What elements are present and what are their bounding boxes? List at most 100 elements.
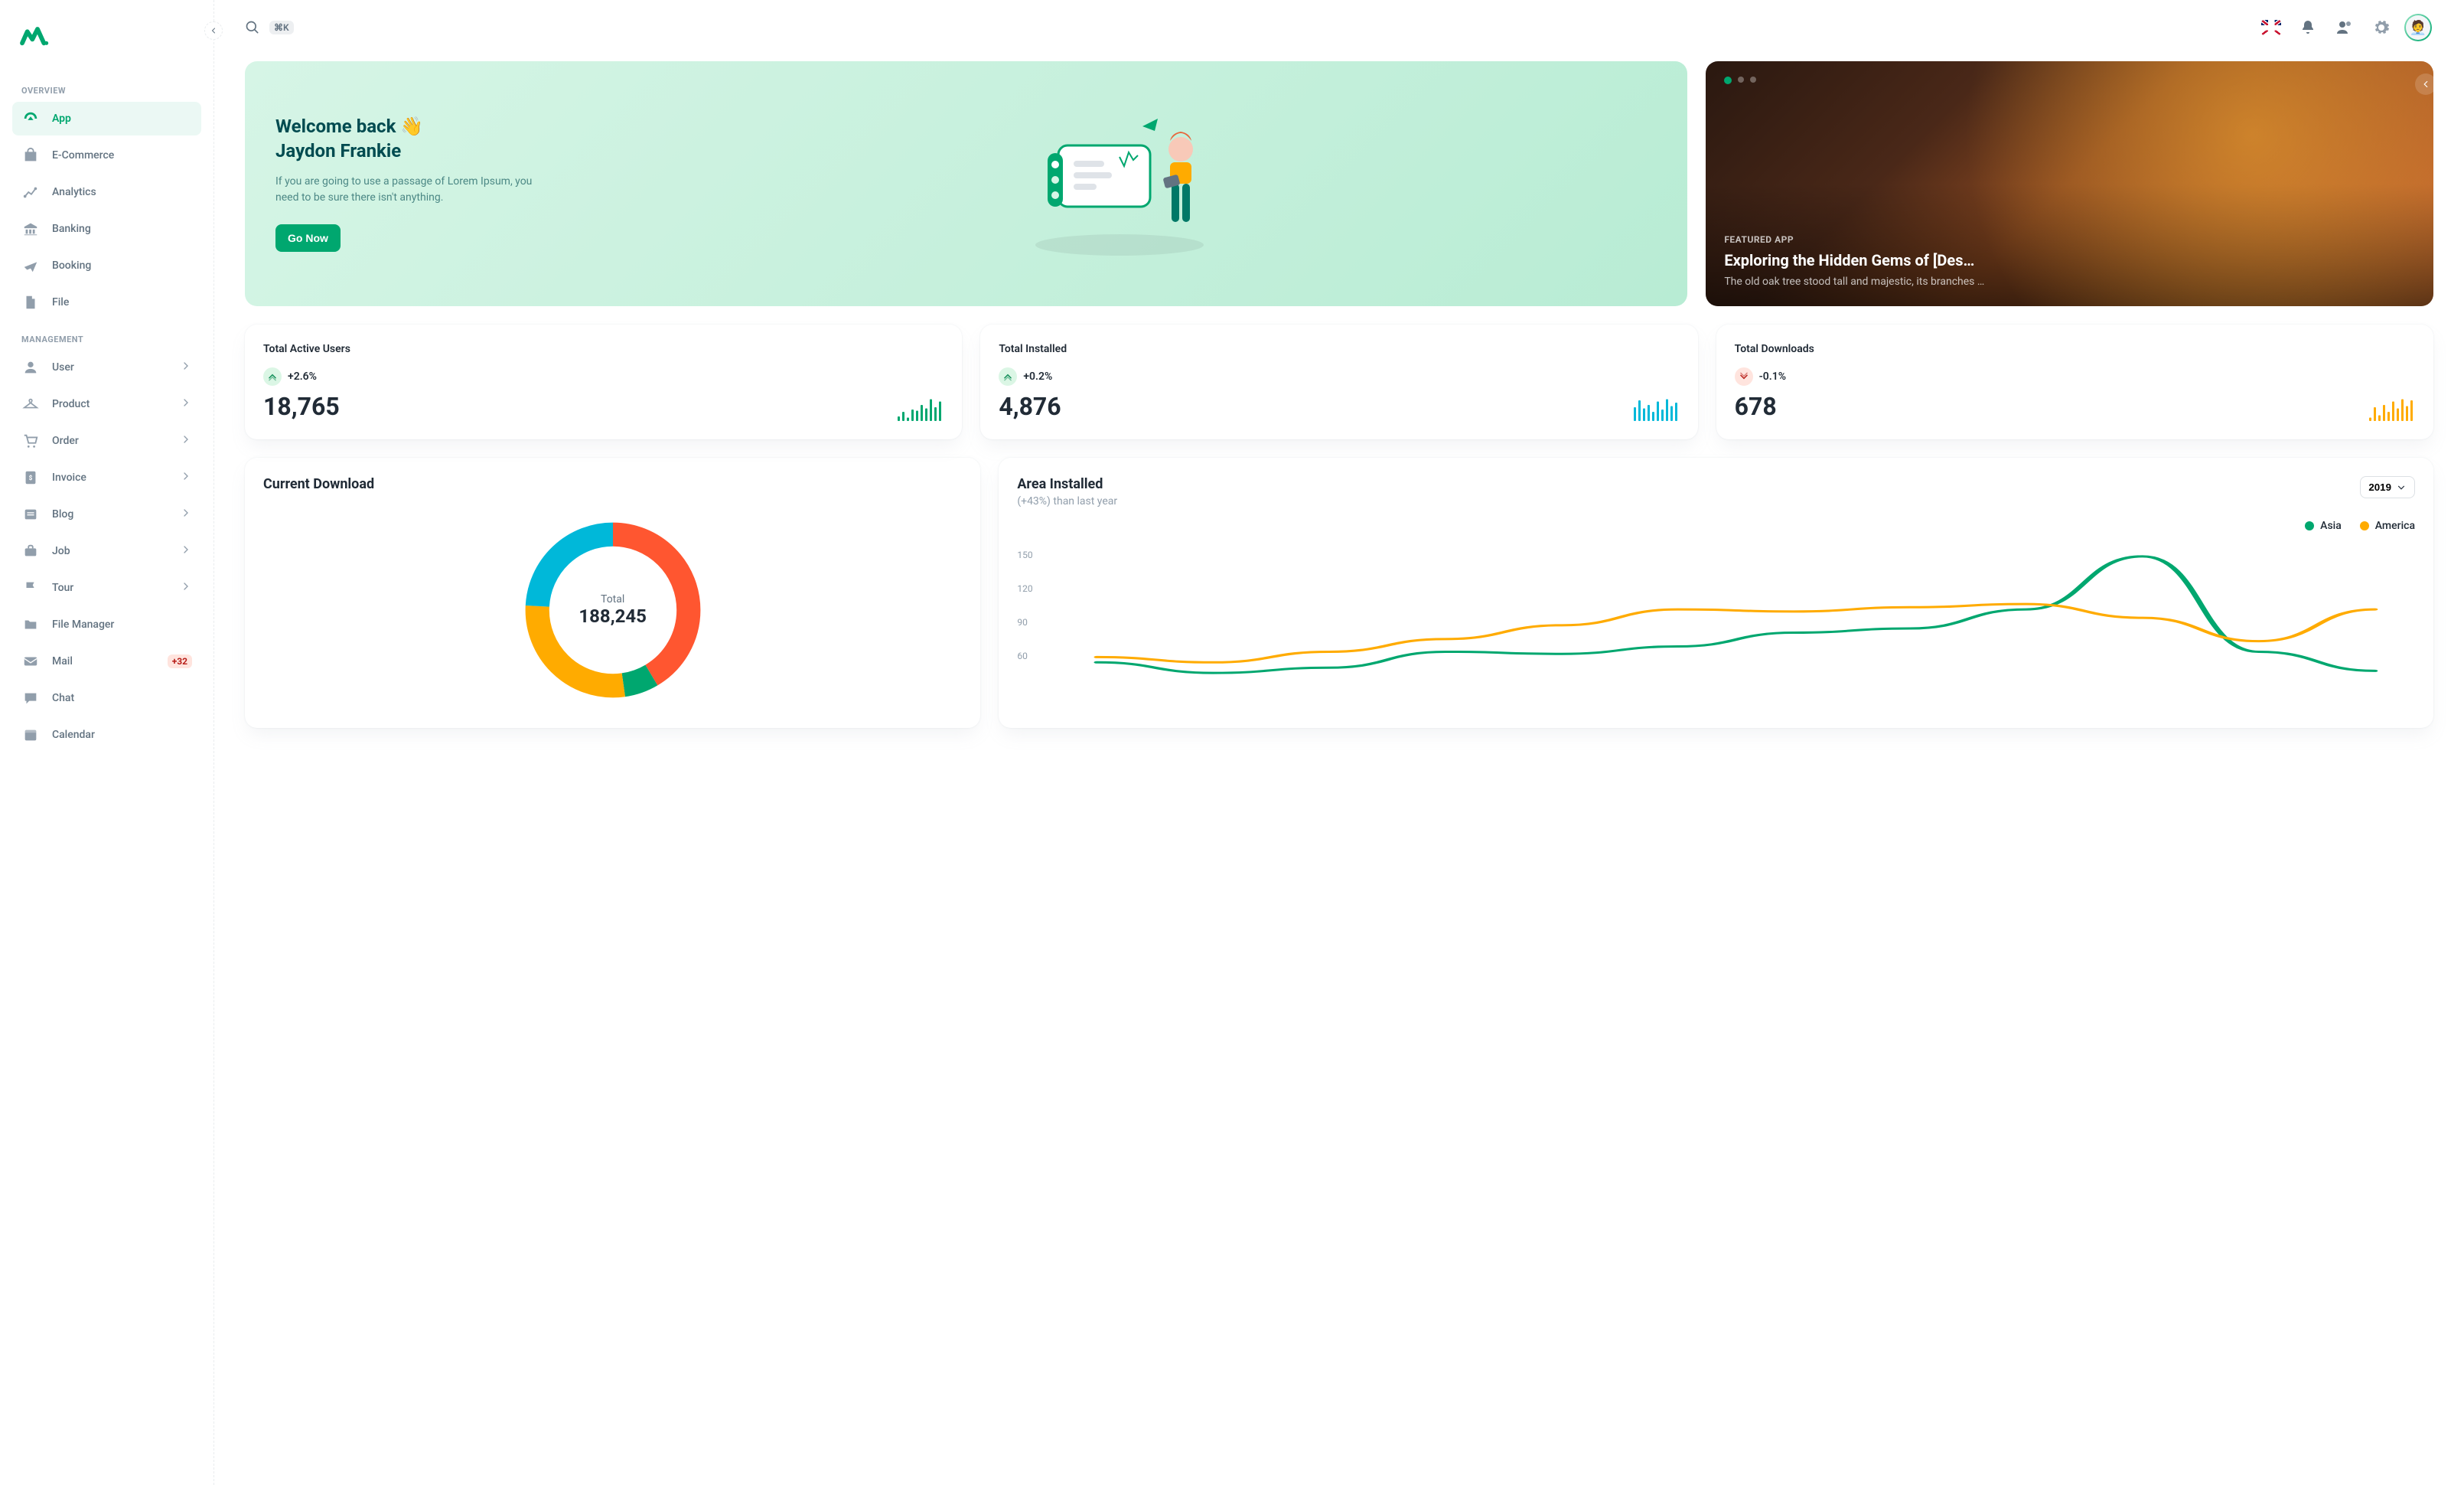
nav-label: File Manager [52,618,114,631]
welcome-name: Jaydon Frankie [275,140,551,162]
bag-icon [21,146,40,165]
sparkline [1634,398,1680,421]
download-title: Current Download [263,476,962,492]
carousel-prev-button[interactable] [2415,73,2433,95]
sparkline [2369,398,2415,421]
settings-button[interactable] [2366,12,2397,43]
sparkline [898,398,944,421]
nav-label: Calendar [52,729,95,741]
sidebar-item-chat[interactable]: Chat [12,681,201,715]
sidebar-item-blog[interactable]: Blog [12,498,201,531]
welcome-body: If you are going to use a passage of Lor… [275,174,551,206]
chevron-right-icon [180,360,192,375]
chevron-right-icon [180,397,192,412]
stat-card: Total Downloads -0.1% 678 [1716,325,2433,439]
year-value: 2019 [2368,481,2391,493]
chevron-right-icon [180,470,192,485]
area-title: Area Installed [1017,476,2415,492]
sidebar-item-calendar[interactable]: Calendar [12,718,201,752]
y-tick: 90 [1017,617,1032,628]
area-line-chart [1017,538,2415,691]
language-button[interactable] [2256,12,2286,43]
flag-icon [21,579,40,597]
sidebar-item-file-manager[interactable]: File Manager [12,608,201,641]
nav-label: Chat [52,692,74,704]
sidebar-item-order[interactable]: Order [12,424,201,458]
nav-label: User [52,361,74,374]
folder-icon [21,615,40,634]
nav-label: Booking [52,259,91,272]
legend-dot [2360,521,2369,530]
sidebar-item-booking[interactable]: Booking [12,249,201,282]
search-button[interactable] [245,20,260,35]
trend-up-icon [999,367,1017,386]
chevron-left-icon [209,26,218,35]
year-select[interactable]: 2019 [2360,476,2415,498]
sidebar-item-file[interactable]: File [12,286,201,319]
nav-label: E-Commerce [52,149,114,162]
logo[interactable] [18,21,201,55]
current-download-card: Current Download Total 188,245 [245,458,980,728]
sidebar-item-product[interactable]: Product [12,387,201,421]
bell-icon [2299,18,2317,37]
blog-icon [21,505,40,524]
receipt-icon: $ [21,468,40,487]
stat-title: Total Active Users [263,343,944,355]
account-button[interactable]: 🧑‍💼 [2403,12,2433,43]
legend-item[interactable]: Asia [2305,520,2342,532]
sidebar-item-e-commerce[interactable]: E-Commerce [12,139,201,172]
chevron-right-icon [180,433,192,449]
users-icon [2335,18,2354,37]
nav-label: Product [52,398,90,410]
sidebar-item-banking[interactable]: Banking [12,212,201,246]
carousel-dot[interactable] [1750,77,1756,83]
donut-total-label: Total [579,593,647,605]
stat-change: -0.1% [1759,370,1786,383]
y-tick: 150 [1017,550,1032,560]
carousel-dot[interactable] [1724,77,1732,84]
sidebar-item-tour[interactable]: Tour [12,571,201,605]
file-icon [21,293,40,312]
featured-carousel: FEATURED APP Exploring the Hidden Gems o… [1706,61,2433,306]
donut-total-value: 188,245 [579,605,647,627]
nav-label: File [52,296,69,308]
chevron-left-icon [2420,79,2431,90]
legend-item[interactable]: America [2360,520,2415,532]
uk-flag-icon [2261,20,2281,35]
nav-label: Order [52,435,79,447]
plane-icon [21,256,40,275]
stat-card: Total Active Users +2.6% 18,765 [245,325,962,439]
stat-change: +2.6% [288,370,317,383]
badge: +32 [168,654,192,668]
go-now-button[interactable]: Go Now [275,224,341,252]
carousel-dot[interactable] [1738,77,1744,83]
nav-label: Blog [52,508,73,521]
sidebar-item-analytics[interactable]: Analytics [12,175,201,209]
stat-value: 18,765 [263,392,944,421]
stat-value: 4,876 [999,392,1679,421]
welcome-greeting: Welcome back 👋 [275,116,551,137]
sidebar-item-user[interactable]: User [12,351,201,384]
nav-label: Tour [52,582,73,594]
avatar: 🧑‍💼 [2404,14,2432,41]
sidebar-item-app[interactable]: App [12,102,201,135]
sidebar: OVERVIEWAppE-CommerceAnalyticsBankingBoo… [0,0,214,1485]
stat-change: +0.2% [1023,370,1052,383]
stat-card: Total Installed+0.2%4,876 [980,325,1697,439]
sidebar-item-job[interactable]: Job [12,534,201,568]
sidebar-item-invoice[interactable]: $ Invoice [12,461,201,494]
mail-icon [21,652,40,671]
sidebar-item-mail[interactable]: Mail +32 [12,645,201,678]
contacts-button[interactable] [2329,12,2360,43]
nav-label: Analytics [52,186,96,198]
featured-desc: The old oak tree stood tall and majestic… [1724,276,2415,288]
stat-title: Total Downloads [1735,343,2415,355]
carousel-dots [1724,77,1756,84]
nav-label: Mail [52,655,73,667]
collapse-sidebar-button[interactable] [204,21,223,40]
nav-label: Invoice [52,472,86,484]
calendar-icon [21,726,40,744]
chevron-right-icon [180,543,192,559]
notifications-button[interactable] [2293,12,2323,43]
stat-value: 678 [1735,392,2415,421]
